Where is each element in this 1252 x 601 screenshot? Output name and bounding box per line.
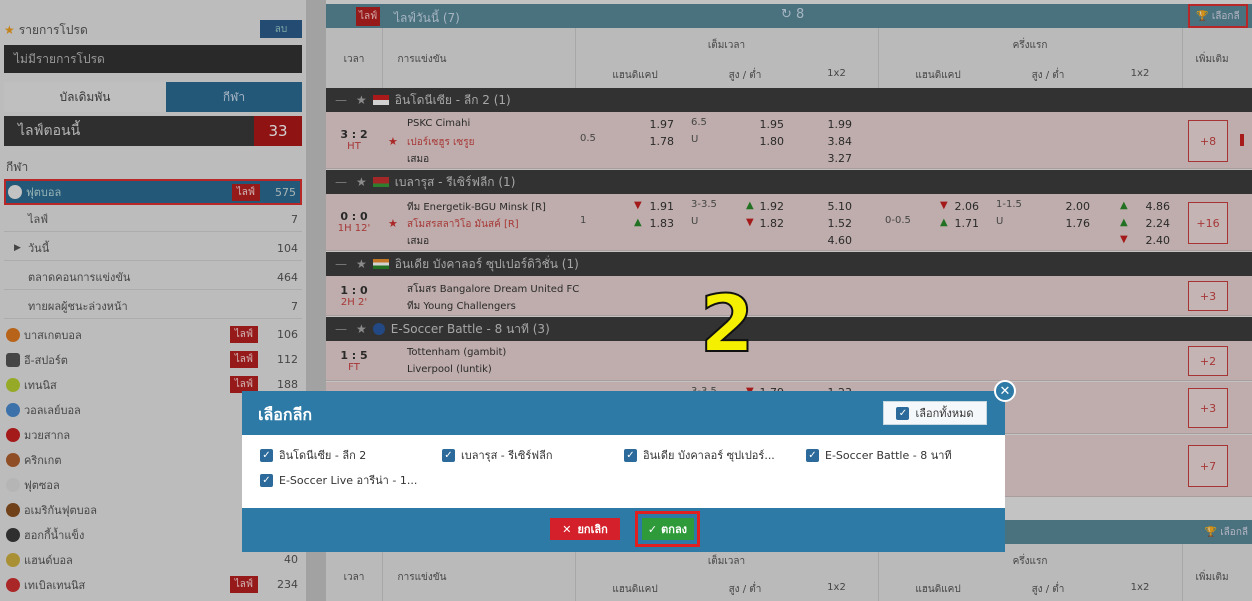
- select-all-checkbox[interactable]: ✓ เลือกทั้งหมด: [883, 401, 987, 425]
- close-icon: ✕: [999, 383, 1011, 399]
- select-all-label: เลือกทั้งหมด: [915, 407, 974, 420]
- ok-button-highlight: ✓ ตกลง: [635, 511, 700, 547]
- step-annotation: 2: [699, 279, 755, 371]
- ok-button[interactable]: ✓ ตกลง: [641, 518, 694, 540]
- league-checkbox[interactable]: ✓ E-Soccer Live อารีน่า - 1...: [260, 471, 417, 489]
- dialog-title: เลือกลีก: [258, 405, 313, 424]
- ok-label: ตกลง: [661, 523, 688, 536]
- dialog-header: เลือกลีก ✓ เลือกทั้งหมด: [242, 391, 1005, 435]
- close-icon: ✕: [562, 522, 572, 536]
- league-checkbox[interactable]: ✓ เบลารุส - รีเซิร์ฟลีก: [442, 446, 552, 464]
- league-checkbox-label: เบลารุส - รีเซิร์ฟลีก: [461, 449, 553, 462]
- checkbox-checked-icon: ✓: [624, 448, 637, 462]
- cancel-button[interactable]: ✕ ยกเลิก: [550, 518, 620, 540]
- league-checkbox-label: E-Soccer Battle - 8 นาที: [825, 449, 952, 462]
- checkbox-checked-icon: ✓: [442, 448, 455, 462]
- checkbox-checked-icon: ✓: [806, 448, 819, 462]
- league-checkbox-label: อินเดีย บังคาลอร์ ซุปเปอร์...: [643, 449, 775, 462]
- checkbox-checked-icon: ✓: [260, 473, 273, 487]
- league-checkbox-label: อินโดนีเซีย - ลีก 2: [279, 449, 367, 462]
- cancel-label: ยกเลิก: [577, 523, 608, 536]
- dialog-footer: ✕ ยกเลิก ✓ ตกลง: [242, 508, 1005, 552]
- league-checkbox[interactable]: ✓ อินโดนีเซีย - ลีก 2: [260, 446, 366, 464]
- checkbox-checked-icon: ✓: [260, 448, 273, 462]
- select-league-dialog: เลือกลีก ✓ เลือกทั้งหมด ✓ อินโดนีเซีย - ล…: [242, 391, 1005, 552]
- check-icon: ✓: [647, 522, 658, 536]
- dialog-close-button[interactable]: ✕: [994, 380, 1016, 402]
- league-checkbox[interactable]: ✓ E-Soccer Battle - 8 นาที: [806, 446, 952, 464]
- league-checkbox-label: E-Soccer Live อารีน่า - 1...: [279, 474, 418, 487]
- checkbox-checked-icon: ✓: [896, 406, 910, 420]
- league-checkbox[interactable]: ✓ อินเดีย บังคาลอร์ ซุปเปอร์...: [624, 446, 775, 464]
